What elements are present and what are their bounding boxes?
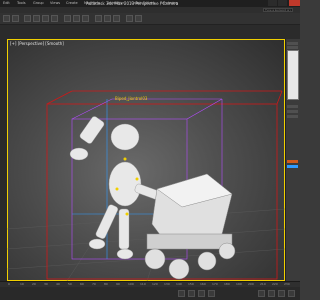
command-panel-tab[interactable]	[287, 42, 298, 45]
scale-icon[interactable]	[51, 15, 58, 22]
move-icon[interactable]	[33, 15, 40, 22]
play-icon[interactable]	[188, 290, 195, 297]
command-panel-row[interactable]	[287, 105, 298, 108]
timeline-tick: 70	[92, 282, 96, 286]
timeline-tick: 110	[140, 282, 146, 286]
command-panel-row[interactable]	[287, 115, 298, 118]
status-bar	[0, 287, 300, 300]
timeline-tick: 40	[56, 282, 60, 286]
timeline-tick: 150	[188, 282, 194, 286]
timeline-tick: 0	[8, 282, 10, 286]
scene-canvas[interactable]: Biped_Jiontrol03	[7, 39, 285, 281]
timeline-tick: 180	[224, 282, 230, 286]
timeline-tick: 90	[116, 282, 120, 286]
align-icon[interactable]	[82, 15, 89, 22]
menu-item-animation[interactable]: Animation	[107, 1, 125, 5]
search-input[interactable]	[263, 8, 293, 12]
timeline-tick: 200	[248, 282, 254, 286]
cart-wheel[interactable]	[144, 248, 166, 270]
zoom-icon[interactable]	[258, 290, 265, 297]
timeline-tick: 230	[284, 282, 290, 286]
timeline-tick: 210	[260, 282, 266, 286]
cart-wheel[interactable]	[168, 258, 190, 280]
material-editor-icon[interactable]	[113, 15, 120, 22]
maximize-viewport-icon[interactable]	[288, 290, 295, 297]
rotate-icon[interactable]	[42, 15, 49, 22]
menu-item-rendering[interactable]: Rendering	[160, 1, 178, 5]
key-icon[interactable]	[178, 290, 185, 297]
mirror-icon[interactable]	[73, 15, 80, 22]
minimize-icon[interactable]	[268, 0, 277, 6]
layer-icon[interactable]	[95, 15, 102, 22]
timeline-tick: 130	[164, 282, 170, 286]
character-head[interactable]	[110, 123, 140, 151]
character-torso[interactable]	[108, 161, 142, 207]
cart-model[interactable]	[144, 173, 236, 280]
ribbon	[0, 25, 300, 39]
character-foot-left[interactable]	[88, 238, 106, 250]
cart-base[interactable]	[146, 233, 233, 250]
menu-item-modifiers[interactable]: Modifiers	[84, 1, 100, 5]
timeline-tick: 60	[80, 282, 84, 286]
curve-editor-icon[interactable]	[104, 15, 111, 22]
menu-item-edit[interactable]: Edit	[3, 1, 10, 5]
render-setup-icon[interactable]	[126, 15, 133, 22]
menu-item-create[interactable]: Create	[66, 1, 78, 5]
command-panel-accent[interactable]	[287, 160, 298, 163]
render-icon[interactable]	[135, 15, 142, 22]
timeline-tick: 30	[44, 282, 48, 286]
cart-wheel[interactable]	[197, 251, 217, 271]
pan-icon[interactable]	[268, 290, 275, 297]
command-panel-list[interactable]	[287, 50, 299, 100]
cart-wheel[interactable]	[218, 242, 236, 260]
object-label: Biped_Jiontrol03	[115, 96, 148, 101]
timeline-tick: 50	[68, 282, 72, 286]
close-icon[interactable]	[289, 0, 300, 6]
timeline-tick: 220	[272, 282, 278, 286]
undo-icon[interactable]	[3, 15, 10, 22]
timeline-tick: 140	[176, 282, 182, 286]
menu-item-views[interactable]: Views	[50, 1, 60, 5]
character-raised-arm[interactable]	[79, 115, 105, 144]
timeline-tick: 190	[236, 282, 242, 286]
timeline-tick: 120	[152, 282, 158, 286]
menu-item-tools[interactable]: Tools	[17, 1, 26, 5]
timeline-tick: 160	[200, 282, 206, 286]
timeline-tick: 100	[128, 282, 134, 286]
next-frame-icon[interactable]	[208, 290, 215, 297]
orbit-icon[interactable]	[278, 290, 285, 297]
command-panel-row[interactable]	[287, 110, 298, 113]
maximize-icon[interactable]	[278, 0, 287, 6]
menu-item-group[interactable]: Group	[33, 1, 44, 5]
command-panel-accent[interactable]	[287, 165, 298, 168]
character-foot-right[interactable]	[116, 248, 134, 260]
timeline-tick: 20	[32, 282, 36, 286]
timeline-tick: 80	[104, 282, 108, 286]
snap-icon[interactable]	[64, 15, 71, 22]
left-toolbar	[0, 39, 7, 281]
grid	[7, 188, 285, 281]
stop-icon[interactable]	[198, 290, 205, 297]
character-hand[interactable]	[69, 147, 89, 161]
redo-icon[interactable]	[12, 15, 19, 22]
command-panel-tab[interactable]	[287, 46, 298, 49]
timeline-tick: 170	[212, 282, 218, 286]
menu-item-graph-editors[interactable]: Graph Editors	[131, 1, 155, 5]
timeline-tick: 10	[20, 282, 24, 286]
select-icon[interactable]	[24, 15, 31, 22]
